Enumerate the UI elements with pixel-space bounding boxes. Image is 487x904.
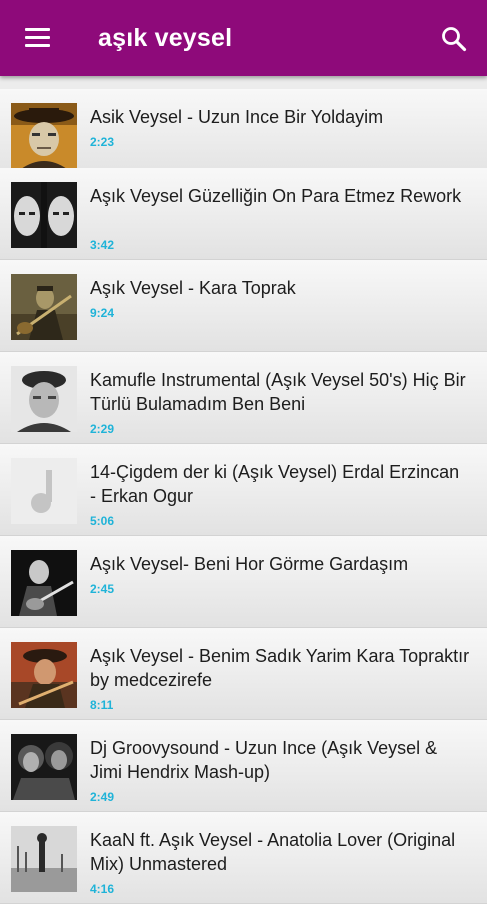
thumbnail-image (11, 826, 77, 892)
list-item[interactable]: Kamufle Instrumental (Aşık Veysel 50's) … (0, 352, 487, 444)
list-item[interactable]: Aşık Veysel - Benim Sadık Yarim Kara Top… (0, 628, 487, 720)
track-title: Aşık Veysel - Kara Toprak (90, 278, 296, 298)
list-item[interactable]: Aşık Veysel - Kara Toprak 9:24 (0, 260, 487, 352)
track-title: Dj Groovysound - Uzun Ince (Aşık Veysel … (90, 738, 438, 782)
page-title: aşık veysel (98, 24, 233, 52)
track-duration: 3:42 (90, 238, 115, 252)
track-title: 14-Çigdem der ki (Aşık Veysel) Erdal Erz… (90, 462, 460, 506)
music-note-icon (11, 458, 77, 524)
track-duration: 2:45 (90, 582, 115, 596)
track-title: Asik Veysel - Uzun Ince Bir Yoldayim (90, 107, 384, 127)
thumbnail-image (11, 274, 77, 340)
track-duration: 4:16 (90, 882, 115, 896)
track-duration: 2:23 (90, 135, 115, 149)
track-title: Aşık Veysel Güzelliğin On Para Etmez Rew… (90, 186, 462, 206)
thumbnail-image (11, 182, 77, 248)
menu-button[interactable] (14, 18, 60, 58)
track-duration: 2:49 (90, 790, 115, 804)
list-item[interactable]: Aşık Veysel Güzelliğin On Para Etmez Rew… (0, 168, 487, 260)
thumbnail-image (11, 642, 77, 708)
thumbnail-image (11, 550, 77, 616)
track-title: Aşık Veysel - Benim Sadık Yarim Kara Top… (90, 646, 470, 690)
track-title: Aşık Veysel- Beni Hor Görme Gardaşım (90, 554, 409, 574)
track-duration: 5:06 (90, 514, 115, 528)
list-item[interactable]: Dj Groovysound - Uzun Ince (Aşık Veysel … (0, 720, 487, 812)
list-item[interactable]: KaaN ft. Aşık Veysel - Anatolia Lover (O… (0, 812, 487, 904)
thumbnail-image (11, 734, 77, 800)
thumbnail-image (11, 366, 77, 432)
track-duration: 9:24 (90, 306, 115, 320)
app-bar: aşık veysel (0, 0, 487, 76)
search-icon (442, 27, 467, 52)
track-title: KaaN ft. Aşık Veysel - Anatolia Lover (O… (90, 830, 456, 874)
track-title: Kamufle Instrumental (Aşık Veysel 50's) … (90, 370, 466, 414)
list-item[interactable]: 14-Çigdem der ki (Aşık Veysel) Erdal Erz… (0, 444, 487, 536)
thumbnail-image (11, 103, 77, 169)
search-button[interactable] (432, 17, 476, 61)
track-duration: 2:29 (90, 422, 115, 436)
list-item[interactable]: Aşık Veysel- Beni Hor Görme Gardaşım 2:4… (0, 536, 487, 628)
track-duration: 8:11 (90, 698, 114, 712)
